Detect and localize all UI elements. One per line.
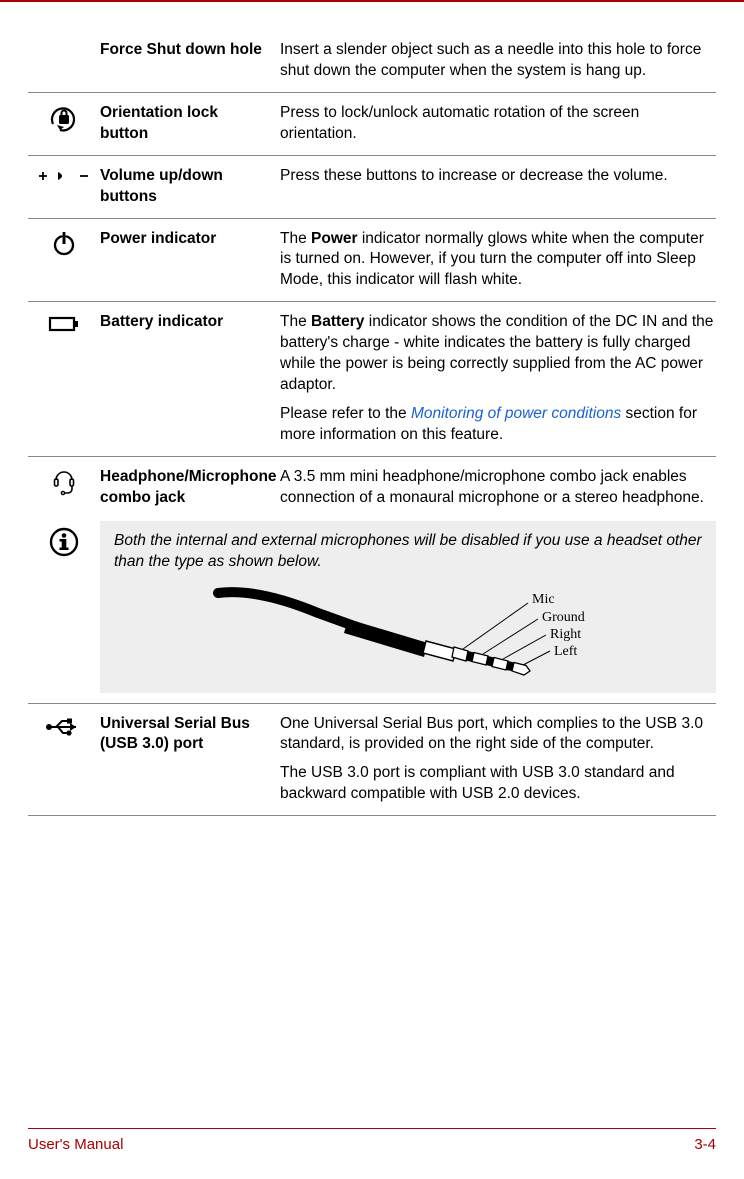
text: The bbox=[280, 230, 311, 247]
orientation-lock-icon bbox=[28, 103, 100, 145]
desc-power-indicator: The Power indicator normally glows white… bbox=[280, 229, 716, 292]
row-volume: Volume up/down buttons Press these butto… bbox=[28, 156, 716, 219]
label-usb: Universal Serial Bus (USB 3.0) port bbox=[100, 714, 280, 806]
row-headphone: Headphone/Microphone combo jack A 3.5 mm… bbox=[28, 457, 716, 515]
desc-battery-indicator: The Battery indicator shows the conditio… bbox=[280, 312, 716, 446]
desc-usb: One Universal Serial Bus port, which com… bbox=[280, 714, 716, 806]
battery-icon bbox=[28, 312, 100, 446]
info-text: Both the internal and external microphon… bbox=[114, 531, 702, 573]
info-note: Both the internal and external microphon… bbox=[28, 521, 716, 693]
label-headphone: Headphone/Microphone combo jack bbox=[100, 467, 280, 509]
desc-force-shutdown: Insert a slender object such as a needle… bbox=[280, 40, 716, 82]
label-force-shutdown: Force Shut down hole bbox=[100, 40, 280, 82]
jack-diagram: Mic Ground Right Left bbox=[114, 583, 702, 683]
label-power-indicator: Power indicator bbox=[100, 229, 280, 292]
bold-text: Battery bbox=[311, 313, 364, 330]
link-monitoring-power[interactable]: Monitoring of power conditions bbox=[411, 405, 621, 422]
power-icon bbox=[28, 229, 100, 292]
label-orientation-lock: Orientation lock button bbox=[100, 103, 280, 145]
label-volume: Volume up/down buttons bbox=[100, 166, 280, 208]
bold-text: Power bbox=[311, 230, 358, 247]
jack-label-left: Left bbox=[554, 644, 577, 659]
jack-label-ground: Ground bbox=[542, 610, 585, 625]
row-battery-indicator: Battery indicator The Battery indicator … bbox=[28, 302, 716, 457]
row-usb: Universal Serial Bus (USB 3.0) port One … bbox=[28, 703, 716, 817]
usb-icon bbox=[28, 714, 100, 806]
row-power-indicator: Power indicator The Power indicator norm… bbox=[28, 219, 716, 303]
jack-label-mic: Mic bbox=[532, 592, 555, 607]
text: The bbox=[280, 313, 311, 330]
footer-page-number: 3-4 bbox=[694, 1135, 716, 1155]
text: Please refer to the bbox=[280, 405, 411, 422]
volume-icon bbox=[28, 166, 100, 208]
footer-title: User's Manual bbox=[28, 1135, 123, 1155]
text: The USB 3.0 port is compliant with USB 3… bbox=[280, 763, 716, 805]
row-orientation-lock: Orientation lock button Press to lock/un… bbox=[28, 93, 716, 156]
text: One Universal Serial Bus port, which com… bbox=[280, 714, 716, 756]
info-body: Both the internal and external microphon… bbox=[100, 521, 716, 693]
page-footer: User's Manual 3-4 bbox=[28, 1128, 716, 1155]
headphone-icon bbox=[28, 467, 100, 509]
desc-orientation-lock: Press to lock/unlock automatic rotation … bbox=[280, 103, 716, 145]
icon-placeholder bbox=[28, 40, 100, 82]
desc-volume: Press these buttons to increase or decre… bbox=[280, 166, 716, 208]
label-battery-indicator: Battery indicator bbox=[100, 312, 280, 446]
row-force-shutdown: Force Shut down hole Insert a slender ob… bbox=[28, 30, 716, 93]
desc-headphone: A 3.5 mm mini headphone/microphone combo… bbox=[280, 467, 716, 509]
jack-label-right: Right bbox=[550, 627, 581, 642]
info-icon bbox=[28, 521, 100, 693]
page-content: Force Shut down hole Insert a slender ob… bbox=[0, 2, 744, 816]
